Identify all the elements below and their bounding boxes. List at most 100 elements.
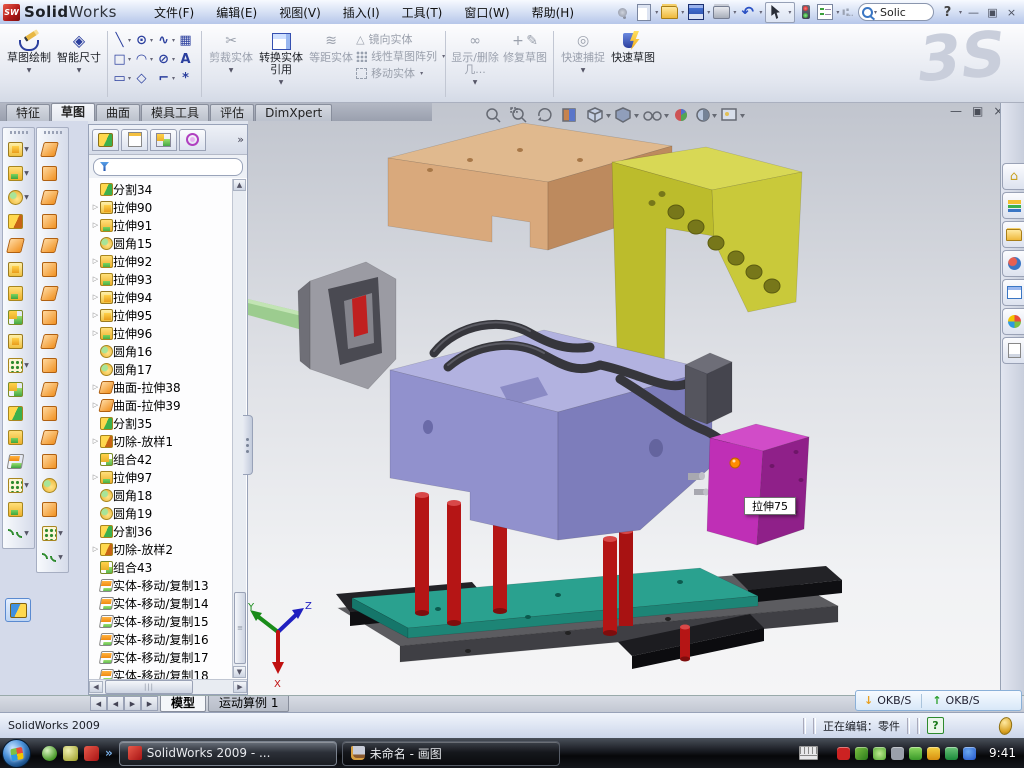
propertymanager-tab[interactable] xyxy=(121,129,148,151)
design-library-tab[interactable] xyxy=(1002,192,1024,219)
toolbar-button[interactable]: ▼ xyxy=(3,425,34,449)
feature-tree-item[interactable]: ▷ 实体-移动/复制17 xyxy=(91,648,233,666)
ribbon-tab[interactable]: 曲面 xyxy=(96,104,140,121)
sketch-entity-button[interactable]: ◇ ▾ xyxy=(134,72,154,85)
feature-tree-item[interactable]: ▷ 圆角17 xyxy=(91,360,233,378)
toolbar-button[interactable]: ▼ xyxy=(3,209,34,233)
custom-properties-tab[interactable] xyxy=(1002,337,1024,364)
study-nav-button[interactable]: ◀ xyxy=(90,696,107,711)
scroll-left-arrow[interactable]: ◀ xyxy=(89,681,103,693)
repair-sketch-button[interactable]: + ✎︎ 修复草图 xyxy=(500,27,550,101)
feature-tree-item[interactable]: ▷ 切除-放样2 xyxy=(91,540,233,558)
toolbar-button[interactable]: ▼ xyxy=(37,545,68,569)
sketch-entity-button[interactable]: ⌐ ▾ xyxy=(156,72,176,85)
toolbar-button[interactable]: ▼ xyxy=(3,473,34,497)
toolbar-button[interactable]: ▼ xyxy=(37,305,68,329)
toolbar-button[interactable]: ▼ xyxy=(3,329,34,353)
sketch-entity-button[interactable]: ⊙ ▾ xyxy=(134,34,154,47)
toolbar-button[interactable]: ▼ xyxy=(37,497,68,521)
save-button[interactable] xyxy=(687,4,704,21)
feature-tree-item[interactable]: ▷ 圆角15 xyxy=(91,234,233,252)
undo-button[interactable]: ↶ xyxy=(739,4,756,21)
security-lightning-icon[interactable] xyxy=(855,747,868,760)
toolbar-button[interactable]: ▼ xyxy=(37,401,68,425)
ribbon-tab[interactable]: DimXpert xyxy=(255,104,332,121)
appearances-tab[interactable] xyxy=(1002,308,1024,335)
print-button[interactable] xyxy=(713,4,730,21)
macro-button[interactable]: ⑆.. xyxy=(842,6,853,19)
new-document-button[interactable] xyxy=(635,4,652,21)
featuremanager-tab[interactable] xyxy=(92,129,119,151)
menu-item[interactable]: 工具(T) xyxy=(391,0,454,24)
menu-item[interactable]: 视图(V) xyxy=(268,0,332,24)
sketch-entity-button[interactable]: ∿ ▾ xyxy=(156,34,176,47)
feature-tree-item[interactable]: ▷ 分割36 xyxy=(91,522,233,540)
rapid-sketch-button[interactable]: 快速草图 xyxy=(608,27,658,101)
feature-tree-item[interactable]: ▷ 分割35 xyxy=(91,414,233,432)
study-tab[interactable]: 模型 xyxy=(160,696,206,712)
toolbar-button[interactable]: ▼ xyxy=(3,353,34,377)
toolbar-button[interactable]: ▼ xyxy=(37,185,68,209)
study-tab[interactable]: 运动算例 1 xyxy=(208,696,289,712)
virus-shield-icon[interactable] xyxy=(837,747,850,760)
sketch-entity-button[interactable]: ╲ ▾ xyxy=(112,34,132,47)
toolbar-button[interactable]: ▼ xyxy=(3,137,34,161)
network-speed-monitor[interactable]: ↓ OKB/S ↑ OKB/S xyxy=(855,690,1022,711)
options-button[interactable] xyxy=(816,4,833,21)
doc-minimize-button[interactable]: — xyxy=(950,105,962,117)
expand-arrow-icon[interactable]: ▷ xyxy=(91,221,100,229)
hide-show-items-icon[interactable] xyxy=(644,112,669,120)
close-button[interactable]: × xyxy=(1003,5,1020,20)
study-nav-button[interactable]: ▶ xyxy=(141,696,158,711)
feature-tree-item[interactable]: ▷ 拉伸94 xyxy=(91,288,233,306)
start-button[interactable] xyxy=(2,739,31,768)
toolbar-button[interactable]: ▼ xyxy=(3,521,34,545)
feature-tree-item[interactable]: ▷ 切除-放样1 xyxy=(91,432,233,450)
feature-tree-item[interactable]: ▷ 拉伸93 xyxy=(91,270,233,288)
menu-item[interactable]: 文件(F) xyxy=(143,0,205,24)
expand-arrow-icon[interactable]: ▷ xyxy=(91,329,100,337)
toolbar-button[interactable]: ▼ xyxy=(37,281,68,305)
feature-tree-item[interactable]: ▷ 拉伸96 xyxy=(91,324,233,342)
feature-tree-item[interactable]: ▷ 实体-移动/复制13 xyxy=(91,576,233,594)
mirror-entities-button[interactable]: △ 镜向实体 xyxy=(356,32,442,46)
hscroll-thumb[interactable]: ||| xyxy=(105,680,193,694)
select-cursor-button[interactable] xyxy=(768,4,785,21)
toolbar-button[interactable]: ▼ xyxy=(37,473,68,497)
volume-icon[interactable] xyxy=(891,747,904,760)
toolbar-button[interactable]: ▼ xyxy=(37,377,68,401)
toolbar-button[interactable]: ▼ xyxy=(3,497,34,521)
panel-splitter-handle[interactable] xyxy=(243,415,253,475)
expand-arrow-icon[interactable]: ▷ xyxy=(91,473,100,481)
feature-tree-item[interactable]: ▷ 分割34 xyxy=(91,180,233,198)
sketch-entity-button[interactable]: ◠ ▾ xyxy=(134,53,154,66)
open-button[interactable] xyxy=(661,4,678,21)
view-palette-tab[interactable] xyxy=(1002,279,1024,306)
zoom-to-fit-icon[interactable] xyxy=(487,109,500,122)
scroll-up-arrow[interactable]: ▲ xyxy=(233,179,246,191)
feature-tree-item[interactable]: ▷ 组合43 xyxy=(91,558,233,576)
menu-item[interactable]: 帮助(H) xyxy=(521,0,585,24)
quick-tips-help-icon[interactable]: ? xyxy=(927,717,944,734)
ribbon-tab[interactable]: 特征 xyxy=(6,104,50,121)
panel-expand-chevron[interactable]: » xyxy=(237,133,244,146)
solidworks-resources-tab[interactable] xyxy=(1002,250,1024,277)
sketch-entity-button[interactable]: ▦ ▾ xyxy=(178,34,198,47)
view-settings-icon[interactable] xyxy=(722,109,745,120)
pin-icon[interactable] xyxy=(618,8,627,17)
feature-tree-item[interactable]: ▷ 圆角18 xyxy=(91,486,233,504)
feature-tree-item[interactable]: ▷ 实体-移动/复制15 xyxy=(91,612,233,630)
tree-filter-box[interactable] xyxy=(93,158,243,176)
trim-entities-button[interactable]: ✂︎ 剪裁实体▼ xyxy=(206,27,256,101)
configurationmanager-tab[interactable] xyxy=(150,129,177,151)
ribbon-tab[interactable]: 草图 xyxy=(51,103,95,121)
move-entities-button[interactable]: 移动实体 ▾ xyxy=(356,66,442,80)
sketch-button[interactable]: 草图绘制▼ xyxy=(4,27,54,101)
toolbar-button[interactable]: ▼ xyxy=(3,401,34,425)
toolbar-button[interactable]: ▼ xyxy=(3,257,34,281)
toolbar-button[interactable]: ▼ xyxy=(37,257,68,281)
sketch-entity-button[interactable]: ▭ ▾ xyxy=(112,72,132,85)
expand-arrow-icon[interactable]: ▷ xyxy=(91,437,100,445)
expand-arrow-icon[interactable]: ▷ xyxy=(91,257,100,265)
download-manager-icon[interactable] xyxy=(963,747,976,760)
